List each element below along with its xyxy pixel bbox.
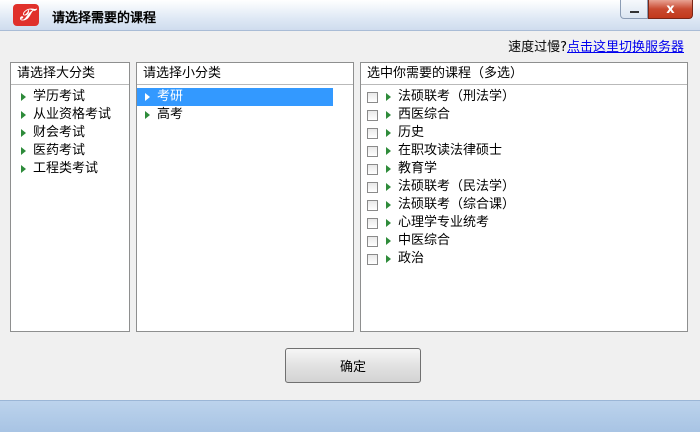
minimize-button[interactable] [620,0,648,19]
expand-arrow-icon [145,93,150,101]
minor-category-header: 请选择小分类 [137,63,353,85]
arrow-icon [386,165,391,173]
course-checkbox[interactable] [367,91,378,103]
close-icon: x [666,1,675,17]
arrow-icon [386,93,391,101]
course-header: 选中你需要的课程（多选） [361,63,687,85]
course-checkbox[interactable] [367,253,378,265]
major-category-item[interactable]: 从业资格考试 [11,106,129,124]
minor-category-item-selected[interactable]: 考研 [137,88,333,106]
major-category-header: 请选择大分类 [11,63,129,85]
course-checkbox[interactable] [367,127,378,139]
expand-arrow-icon [21,129,26,137]
course-checkbox[interactable] [367,181,378,193]
course-item[interactable]: 西医综合 [361,106,687,124]
expand-arrow-icon [21,165,26,173]
expand-arrow-icon [145,111,150,119]
minor-category-list: 考研 高考 [137,85,353,124]
course-item[interactable]: 中医综合 [361,232,687,250]
expand-arrow-icon [21,111,26,119]
course-checkbox[interactable] [367,199,378,211]
app-logo-icon: 𝒯 [13,4,39,26]
speed-text: 速度过慢? [508,40,567,55]
course-checkbox[interactable] [367,217,378,229]
minor-category-item[interactable]: 高考 [137,106,333,124]
major-category-panel: 请选择大分类 学历考试 从业资格考试 财会考试 医药考试 工程类考试 [10,62,130,332]
major-category-item[interactable]: 财会考试 [11,124,129,142]
close-button[interactable]: x [648,0,693,19]
course-item[interactable]: 在职攻读法律硕士 [361,142,687,160]
arrow-icon [386,111,391,119]
ok-button[interactable]: 确定 [285,348,421,383]
expand-arrow-icon [21,93,26,101]
course-item[interactable]: 法硕联考（民法学） [361,178,687,196]
course-checkbox[interactable] [367,109,378,121]
course-item[interactable]: 法硕联考（刑法学） [361,88,687,106]
course-item[interactable]: 政治 [361,250,687,268]
arrow-icon [386,201,391,209]
minimize-icon [629,11,639,13]
course-panel: 选中你需要的课程（多选） 法硕联考（刑法学） 西医综合 历史 在职攻读法律硕士 … [360,62,688,332]
speed-notice: 速度过慢?点击这里切换服务器 [508,36,684,55]
arrow-icon [386,255,391,263]
course-item[interactable]: 教育学 [361,160,687,178]
course-checkbox[interactable] [367,145,378,157]
major-category-item[interactable]: 工程类考试 [11,160,129,178]
major-category-item[interactable]: 学历考试 [11,88,129,106]
bottom-bar [0,400,700,432]
arrow-icon [386,147,391,155]
major-category-list: 学历考试 从业资格考试 财会考试 医药考试 工程类考试 [11,85,129,178]
course-item[interactable]: 法硕联考（综合课） [361,196,687,214]
switch-server-link[interactable]: 点击这里切换服务器 [567,40,684,55]
expand-arrow-icon [21,147,26,155]
course-checkbox[interactable] [367,235,378,247]
arrow-icon [386,129,391,137]
arrow-icon [386,183,391,191]
title-bar: 𝒯 请选择需要的课程 x [0,0,700,31]
course-item[interactable]: 历史 [361,124,687,142]
arrow-icon [386,219,391,227]
major-category-item[interactable]: 医药考试 [11,142,129,160]
window-title: 请选择需要的课程 [52,11,157,26]
course-item[interactable]: 心理学专业统考 [361,214,687,232]
minor-category-panel: 请选择小分类 考研 高考 [136,62,354,332]
course-list: 法硕联考（刑法学） 西医综合 历史 在职攻读法律硕士 教育学 法硕联考（民法学）… [361,85,687,268]
course-checkbox[interactable] [367,163,378,175]
arrow-icon [386,237,391,245]
